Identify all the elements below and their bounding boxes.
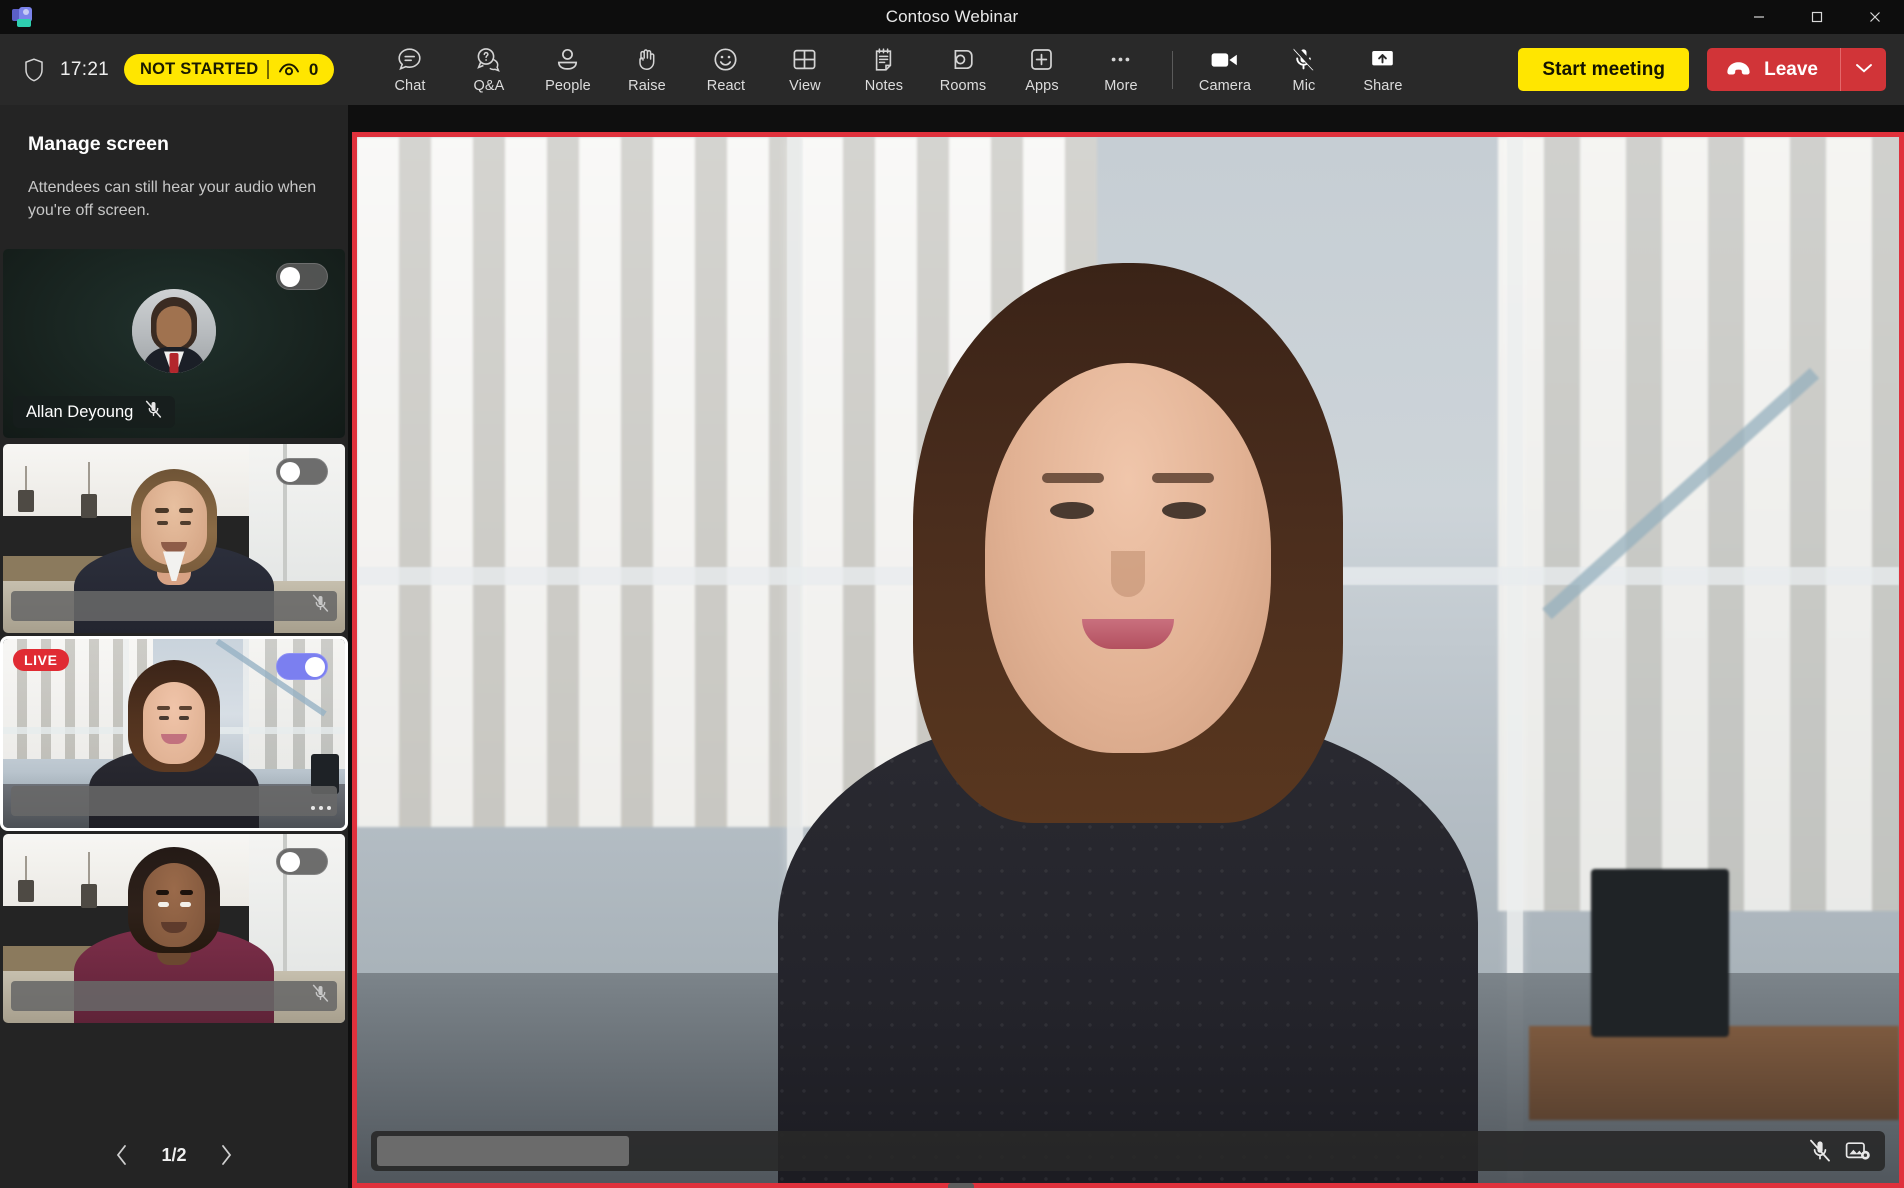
- window-resize-handle[interactable]: [948, 1183, 974, 1188]
- breakout-rooms-icon: [949, 46, 976, 74]
- camera-on-icon: [1210, 46, 1239, 74]
- window-title: Contoso Webinar: [885, 7, 1019, 26]
- tile-name-pill: Allan Deyoung: [13, 396, 176, 429]
- grid-view-icon: [791, 46, 818, 74]
- toolbar-item-qna[interactable]: Q&A: [449, 39, 528, 101]
- participant-tile-live-selected[interactable]: LIVE: [0, 636, 348, 832]
- manage-screen-panel: Manage screen Attendees can still hear y…: [0, 105, 348, 1188]
- toolbar-item-mic[interactable]: Mic: [1264, 39, 1343, 101]
- notes-icon: [870, 46, 897, 74]
- minimize-icon[interactable]: [1730, 0, 1788, 34]
- ellipsis-icon: [1107, 46, 1134, 74]
- viewer-count: 0: [308, 59, 319, 79]
- mic-muted-icon[interactable]: [1809, 1139, 1831, 1163]
- chat-icon: [396, 46, 423, 74]
- toolbar-item-label: Raise: [628, 77, 666, 94]
- toolbar-item-rooms[interactable]: Rooms: [923, 39, 1002, 101]
- participant-tile[interactable]: [0, 831, 348, 1026]
- raise-hand-icon: [633, 46, 660, 74]
- leave-button-label: Leave: [1764, 58, 1818, 80]
- mic-muted-icon: [312, 984, 329, 1008]
- toolbar-item-raise[interactable]: Raise: [607, 39, 686, 101]
- toolbar-item-more[interactable]: More: [1081, 39, 1160, 101]
- stage-participant-bar: [371, 1131, 1885, 1171]
- tile-onscreen-toggle[interactable]: [276, 848, 328, 876]
- video-background-icon[interactable]: [1845, 1140, 1871, 1162]
- tile-participant-name: Allan Deyoung: [26, 402, 134, 421]
- mic-muted-icon: [312, 594, 329, 618]
- tile-onscreen-toggle[interactable]: [276, 263, 328, 291]
- close-icon[interactable]: [1846, 0, 1904, 34]
- meeting-timer: 17:21: [60, 58, 110, 80]
- toolbar-divider: [1172, 50, 1174, 89]
- share-screen-icon: [1369, 46, 1396, 74]
- window-titlebar: Contoso Webinar: [0, 0, 1904, 34]
- person-icon: [554, 46, 581, 74]
- toolbar-item-label: View: [789, 77, 821, 94]
- toolbar-item-notes[interactable]: Notes: [844, 39, 923, 101]
- smiley-icon: [712, 46, 739, 74]
- toolbar-item-label: Mic: [1292, 77, 1316, 94]
- start-meeting-button[interactable]: Start meeting: [1518, 48, 1690, 91]
- panel-subtitle: Attendees can still hear your audio when…: [28, 179, 317, 219]
- leave-button[interactable]: Leave: [1707, 48, 1840, 91]
- stage-video-feed: [357, 137, 1899, 1183]
- toolbar-item-label: Apps: [1025, 77, 1059, 94]
- toolbar-item-label: React: [706, 77, 746, 94]
- tile-onscreen-toggle[interactable]: [276, 458, 328, 486]
- mic-muted-icon: [1290, 46, 1318, 74]
- toolbar-item-label: Chat: [394, 77, 426, 94]
- toolbar-left-group: 17:21 NOT STARTED 0: [0, 54, 335, 85]
- toolbar-right-group: Start meeting Leave: [1500, 48, 1904, 91]
- toolbar-item-chat[interactable]: Chat: [370, 39, 449, 101]
- plus-box-icon: [1028, 46, 1055, 74]
- toolbar-item-label: Camera: [1198, 77, 1252, 94]
- toolbar-item-view[interactable]: View: [765, 39, 844, 101]
- main-stage-video[interactable]: [352, 132, 1904, 1188]
- toolbar-item-people[interactable]: People: [528, 39, 607, 101]
- status-badge-divider: [267, 60, 269, 79]
- tile-name-bar-redacted: [11, 981, 337, 1012]
- toolbar-item-label: Share: [1363, 77, 1403, 94]
- tile-more-options-icon[interactable]: [311, 806, 331, 811]
- window-controls: [1730, 0, 1904, 34]
- toolbar-item-apps[interactable]: Apps: [1002, 39, 1081, 101]
- toolbar-item-share[interactable]: Share: [1343, 39, 1422, 101]
- shield-icon[interactable]: [22, 57, 46, 83]
- status-badge: NOT STARTED 0: [124, 54, 335, 85]
- tiles-pagination: 1/2: [0, 1142, 348, 1168]
- chevron-left-icon[interactable]: [109, 1142, 135, 1168]
- leave-options-caret[interactable]: [1840, 48, 1886, 91]
- toolbar-item-camera[interactable]: Camera: [1185, 39, 1264, 101]
- meeting-toolbar: 17:21 NOT STARTED 0 Chat Q&A People Rais…: [0, 34, 1904, 105]
- teams-app-icon: [12, 6, 34, 28]
- panel-title: Manage screen: [28, 133, 169, 155]
- hangup-icon: [1725, 59, 1752, 81]
- toolbar-item-react[interactable]: React: [686, 39, 765, 101]
- status-badge-label: NOT STARTED: [140, 60, 259, 78]
- toolbar-item-label: Q&A: [473, 77, 505, 94]
- toolbar-item-label: Rooms: [939, 77, 987, 94]
- avatar: [132, 289, 216, 374]
- live-badge: LIVE: [13, 649, 69, 672]
- toolbar-item-label: Notes: [864, 77, 904, 94]
- participant-tile[interactable]: Allan Deyoung: [0, 246, 348, 441]
- stage-name-redacted: [377, 1136, 629, 1166]
- toolbar-actions: Chat Q&A People Raise React View Notes R…: [370, 39, 1422, 101]
- chevron-right-icon[interactable]: [213, 1142, 239, 1168]
- toolbar-item-label: People: [545, 77, 591, 94]
- leave-button-group: Leave: [1707, 48, 1886, 91]
- participant-tile[interactable]: [0, 441, 348, 636]
- maximize-icon[interactable]: [1788, 0, 1846, 34]
- tile-name-bar-redacted: [11, 591, 337, 622]
- tile-onscreen-toggle[interactable]: [276, 653, 328, 681]
- toolbar-item-label: More: [1104, 77, 1138, 94]
- mic-muted-icon: [145, 400, 162, 424]
- question-bubble-icon: [475, 46, 502, 74]
- pagination-label: 1/2: [161, 1144, 187, 1165]
- tile-name-bar-redacted: [11, 786, 337, 817]
- chevron-down-icon: [1855, 62, 1873, 77]
- eye-icon: [278, 62, 300, 77]
- participant-tiles-list: Allan Deyoung LIVE: [0, 246, 348, 1026]
